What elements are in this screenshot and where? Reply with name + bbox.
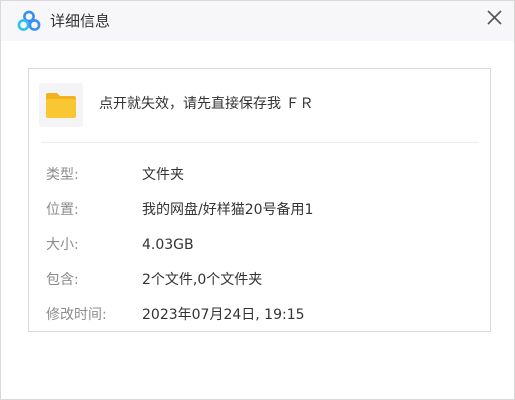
modified-time-value: 2023年07月24日, 19:15 [142, 307, 305, 323]
modified-time-label: 修改时间: [46, 307, 107, 323]
location-value[interactable]: 我的网盘/好样猫20号备用1 [142, 201, 313, 219]
detail-row-contains: 包含: 2个文件,0个文件夹 [29, 271, 490, 291]
close-icon [487, 10, 502, 25]
divider [41, 142, 479, 143]
file-name: 点开就失效，请先直接保存我 ＦＲ [99, 96, 314, 112]
detail-row-modified: 修改时间: 2023年07月24日, 19:15 [29, 306, 490, 326]
size-label: 大小: [46, 237, 79, 253]
details-panel: 点开就失效，请先直接保存我 ＦＲ 类型: 文件夹 位置: 我的网盘/好样猫20号… [28, 68, 491, 332]
detail-row-type: 类型: 文件夹 [29, 166, 490, 186]
detail-row-size: 大小: 4.03GB [29, 236, 490, 256]
dialog-title: 详细信息 [50, 12, 111, 30]
detail-row-location: 位置: 我的网盘/好样猫20号备用1 [29, 201, 490, 221]
type-value: 文件夹 [142, 167, 184, 183]
size-value: 4.03GB [142, 237, 194, 253]
type-label: 类型: [46, 167, 79, 183]
folder-icon [46, 93, 76, 118]
contains-label: 包含: [46, 272, 79, 288]
baidu-netdisk-logo-icon [17, 10, 41, 32]
contains-value: 2个文件,0个文件夹 [142, 272, 263, 288]
folder-thumbnail [39, 83, 83, 127]
title-bar[interactable]: 详细信息 [1, 1, 514, 41]
location-label: 位置: [46, 202, 79, 218]
close-button[interactable] [482, 5, 508, 31]
details-dialog: 详细信息 点开就失效，请先直接保存我 ＦＲ 类型: 文件夹 位置: 我的网盘/好… [0, 0, 515, 400]
